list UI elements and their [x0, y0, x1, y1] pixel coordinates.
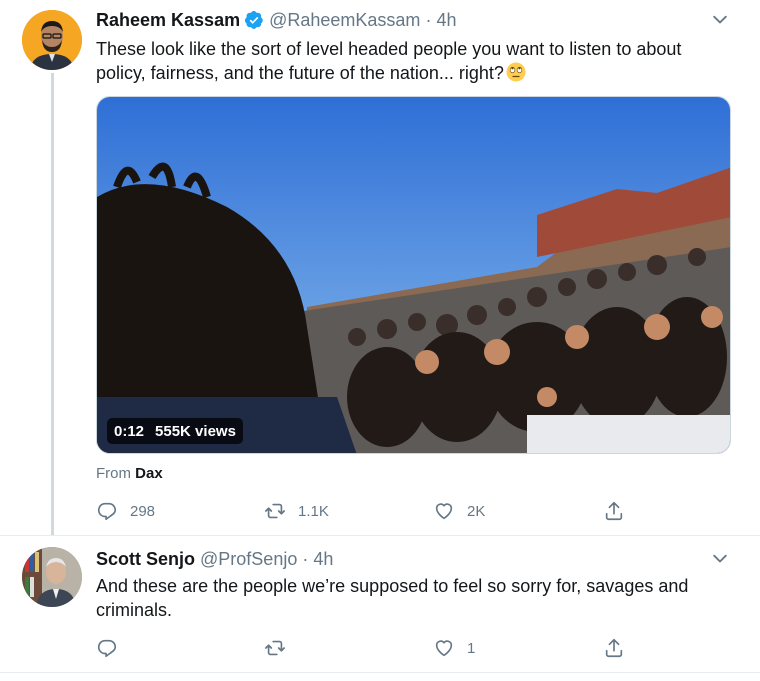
reply-button[interactable]: 298: [96, 499, 155, 523]
like-count: 1: [467, 639, 476, 657]
like-count: 2K: [467, 502, 486, 520]
from-source-link[interactable]: Dax: [135, 465, 163, 482]
separator-dot: ·: [425, 9, 432, 30]
chevron-down-icon[interactable]: [710, 549, 730, 569]
tweet-header: Raheem Kassam @RaheemKassam · 4h: [96, 8, 456, 32]
retweet-icon: [265, 503, 285, 519]
like-button[interactable]: 2K: [433, 499, 485, 523]
avatar-portrait: [22, 547, 82, 607]
reply-icon: [97, 639, 117, 658]
retweet-icon: [265, 640, 285, 656]
author-handle[interactable]: @ProfSenjo: [200, 549, 297, 570]
media-attribution: From Dax: [96, 465, 163, 482]
share-icon: [605, 501, 623, 521]
tweet-actions: 298 1.1K 2K: [96, 499, 636, 523]
share-button[interactable]: [603, 499, 625, 523]
divider: [0, 535, 760, 536]
reply-button[interactable]: [96, 636, 130, 660]
reply-icon: [97, 502, 117, 521]
tweet-header: Scott Senjo @ProfSenjo · 4h: [96, 547, 333, 571]
video-duration: 0:12: [114, 422, 145, 440]
retweet-button[interactable]: 1.1K: [264, 499, 329, 523]
verified-badge-icon: [245, 11, 263, 29]
author-name[interactable]: Scott Senjo: [96, 549, 195, 570]
video-badge: 0:12 555K views: [107, 418, 243, 444]
tweet-text: These look like the sort of level headed…: [96, 37, 736, 85]
video-thumbnail: [97, 97, 730, 453]
reply-count: 298: [130, 502, 156, 520]
from-label: From: [96, 465, 131, 482]
retweet-button[interactable]: [264, 636, 298, 660]
tweet-text: And these are the people we’re supposed …: [96, 576, 689, 620]
divider: [0, 672, 760, 673]
separator-dot: ·: [302, 548, 309, 569]
heart-icon: [435, 640, 453, 657]
share-button[interactable]: [603, 636, 625, 660]
tweet-scott-senjo[interactable]: Scott Senjo @ProfSenjo · 4h And these ar…: [0, 537, 760, 672]
timestamp[interactable]: 4h: [313, 549, 333, 570]
face-with-rolling-eyes-icon: [506, 62, 526, 82]
chevron-down-icon[interactable]: [710, 10, 730, 30]
video-player[interactable]: [96, 96, 731, 454]
timestamp[interactable]: 4h: [436, 10, 456, 31]
like-button[interactable]: 1: [433, 636, 475, 660]
author-name[interactable]: Raheem Kassam: [96, 10, 240, 31]
author-handle[interactable]: @RaheemKassam: [269, 10, 420, 31]
retweet-count: 1.1K: [298, 502, 329, 520]
share-icon: [605, 638, 623, 658]
tweet-raheem-kassam[interactable]: Raheem Kassam @RaheemKassam · 4h These l…: [0, 0, 760, 536]
avatar[interactable]: [22, 10, 82, 70]
tweet-actions: 1: [96, 636, 636, 660]
avatar-portrait: [22, 10, 82, 70]
tweet-text-content: These look like the sort of level headed…: [96, 39, 682, 83]
video-views: 555K views: [155, 422, 236, 440]
heart-icon: [435, 503, 453, 520]
thread-line: [51, 73, 54, 536]
avatar[interactable]: [22, 547, 82, 607]
